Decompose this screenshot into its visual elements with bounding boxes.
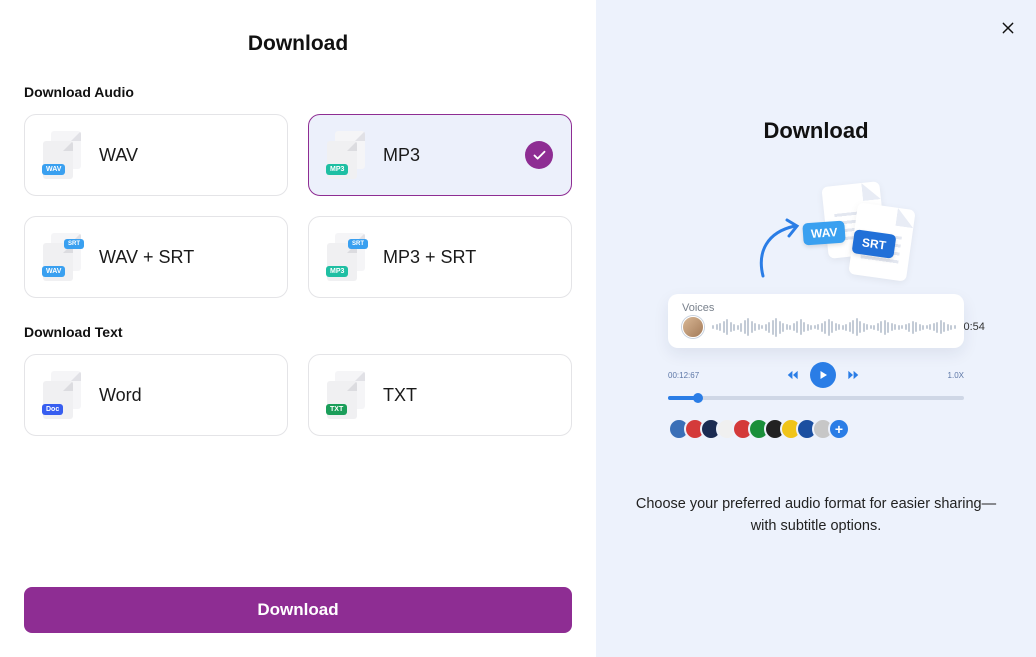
option-mp3-srt[interactable]: SRTMP3 MP3 + SRT (308, 216, 572, 298)
option-wav-srt[interactable]: SRTWAV WAV + SRT (24, 216, 288, 298)
option-label: MP3 + SRT (383, 247, 476, 268)
forward-icon[interactable] (846, 368, 860, 382)
wav-srt-file-icon: SRTWAV (43, 233, 81, 281)
option-wav[interactable]: WAV WAV (24, 114, 288, 196)
word-file-icon: Doc (43, 371, 81, 419)
download-button[interactable]: Download (24, 587, 572, 633)
player-speed: 1.0X (948, 371, 964, 380)
option-label: Word (99, 385, 142, 406)
avatar (682, 316, 704, 338)
option-label: MP3 (383, 145, 420, 166)
txt-file-icon: TXT (327, 371, 365, 419)
selected-check-icon (525, 141, 553, 169)
option-mp3[interactable]: MP3 MP3 (308, 114, 572, 196)
text-section-label: Download Text (24, 324, 572, 340)
mp3-file-icon: MP3 (327, 131, 365, 179)
voice-duration: 0:54 (964, 321, 985, 333)
close-icon[interactable] (998, 18, 1018, 38)
option-label: WAV + SRT (99, 247, 194, 268)
play-button[interactable] (810, 362, 836, 388)
player-time: 00:12:67 (668, 371, 699, 380)
arrow-icon (751, 218, 811, 278)
audio-section-label: Download Audio (24, 84, 572, 100)
option-word[interactable]: Doc Word (24, 354, 288, 436)
waveform (712, 316, 956, 338)
rewind-icon[interactable] (786, 368, 800, 382)
option-label: WAV (99, 145, 138, 166)
page-title: Download (24, 32, 572, 56)
flags: + (668, 418, 964, 440)
option-label: TXT (383, 385, 417, 406)
voices-label: Voices (682, 302, 950, 314)
progress-bar[interactable] (668, 396, 964, 400)
description: Choose your preferred audio format for e… (628, 494, 1004, 538)
voice-card: Voices 0:54 (668, 294, 964, 348)
right-title: Download (763, 118, 868, 144)
illustration: WAV SRT Voices 0:54 00:12:67 (668, 184, 964, 440)
mp3-srt-file-icon: SRTMP3 (327, 233, 365, 281)
more-flags-icon: + (828, 418, 850, 440)
option-txt[interactable]: TXT TXT (308, 354, 572, 436)
wav-file-icon: WAV (43, 131, 81, 179)
